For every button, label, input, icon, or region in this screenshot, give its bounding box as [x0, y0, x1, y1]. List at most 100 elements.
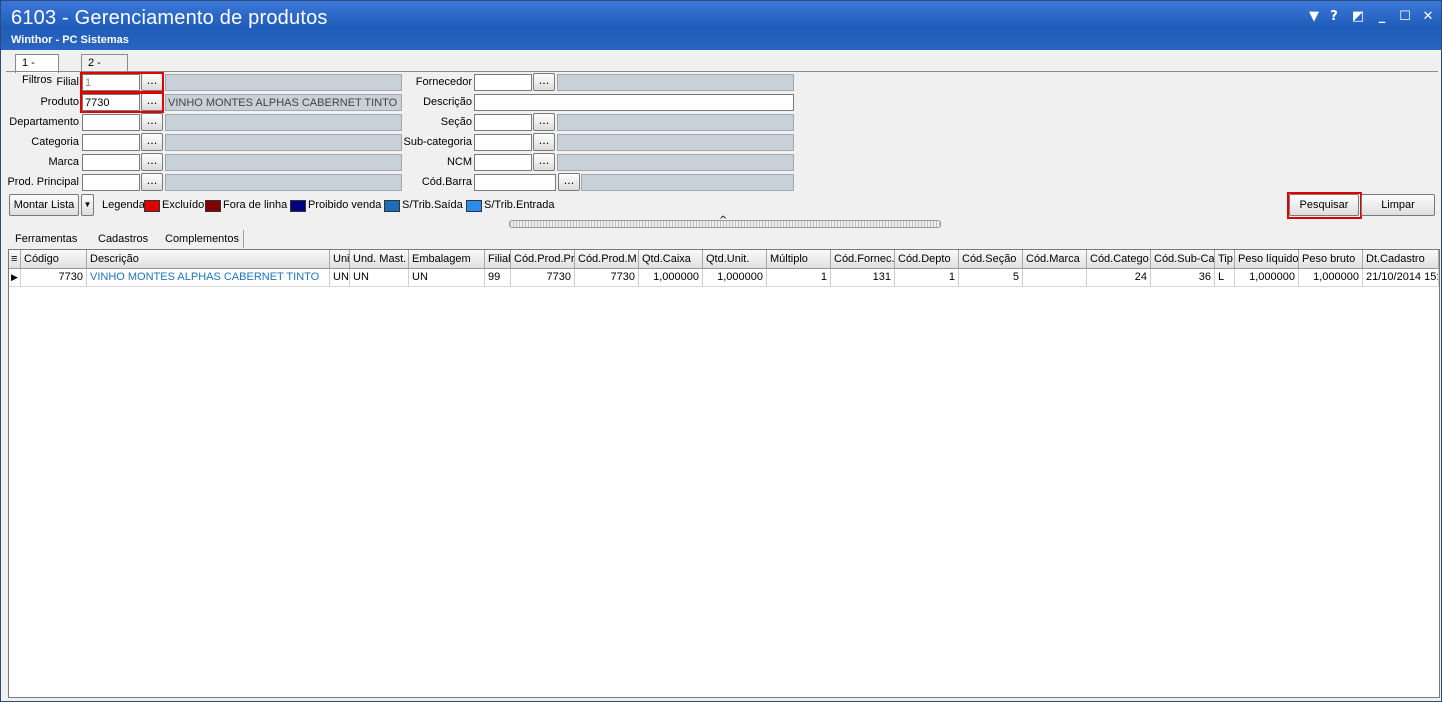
legend-proibido-venda: Proibido venda: [308, 199, 382, 211]
col-header[interactable]: Uni: [330, 250, 350, 268]
cell-cod-secao: 5: [959, 269, 1023, 286]
col-header[interactable]: Cód.Depto: [895, 250, 959, 268]
subcategoria-input[interactable]: [474, 134, 532, 151]
categoria-label: Categoria: [31, 136, 79, 148]
prod-principal-input[interactable]: [82, 174, 140, 191]
cod-barra-input[interactable]: [474, 174, 556, 191]
help-icon[interactable]: ?: [1325, 9, 1343, 24]
legend-swatch-strib-saida: [384, 200, 400, 212]
departamento-lookup-button[interactable]: ...: [141, 113, 163, 131]
col-header[interactable]: Cód.Catego: [1087, 250, 1151, 268]
minimize-icon[interactable]: _: [1373, 9, 1391, 24]
cell-cod-prod-pr: 7730: [511, 269, 575, 286]
legend-fora-de-linha: Fora de linha: [223, 199, 288, 211]
highlight-produto: [80, 92, 164, 113]
departamento-input[interactable]: [82, 114, 140, 131]
secao-lookup-button[interactable]: ...: [533, 113, 555, 131]
legend-swatch-excluido: [144, 200, 160, 212]
ncm-lookup-button[interactable]: ...: [533, 153, 555, 171]
col-header[interactable]: Cód.Marca: [1023, 250, 1087, 268]
maximize-icon[interactable]: ☐: [1396, 9, 1414, 24]
col-header[interactable]: Cód.Prod.Pr: [511, 250, 575, 268]
legend-swatch-strib-entrada: [466, 200, 482, 212]
cod-barra-label: Cód.Barra: [421, 176, 472, 188]
col-header[interactable]: Cód.Seção: [959, 250, 1023, 268]
products-grid[interactable]: ≡ Código Descrição Uni Und. Mast. Embala…: [8, 249, 1440, 698]
fornecedor-input[interactable]: [474, 74, 532, 91]
prod-principal-label: Prod. Principal: [7, 176, 79, 188]
tab-outros[interactable]: 2 - Outros: [81, 54, 128, 86]
col-header[interactable]: Cód.Prod.M: [575, 250, 639, 268]
legend-strib-saida: S/Trib.Saída: [402, 199, 463, 211]
col-header[interactable]: Dt.Cadastro: [1363, 250, 1439, 268]
secao-label: Seção: [440, 116, 472, 128]
subcategoria-lookup-button[interactable]: ...: [533, 133, 555, 151]
col-header[interactable]: Cód.Fornec.: [831, 250, 895, 268]
cell-cod-sub-ca: 36: [1151, 269, 1215, 286]
montar-lista-dropdown-icon[interactable]: ▼: [81, 194, 94, 216]
montar-lista-button[interactable]: Montar Lista: [9, 194, 79, 216]
cell-filial: 99: [485, 269, 511, 286]
highlight-filial: [80, 72, 164, 93]
produto-label: Produto: [40, 96, 79, 108]
cell-multiplo: 1: [767, 269, 831, 286]
marca-lookup-button[interactable]: ...: [141, 153, 163, 171]
prod-principal-lookup-button[interactable]: ...: [141, 173, 163, 191]
categoria-lookup-button[interactable]: ...: [141, 133, 163, 151]
column-chooser-icon[interactable]: ≡: [9, 250, 21, 268]
cell-peso-bruto: 1,000000: [1299, 269, 1363, 286]
col-header[interactable]: Filial: [485, 250, 511, 268]
cell-cod-catego: 24: [1087, 269, 1151, 286]
cell-cod-fornec: 131: [831, 269, 895, 286]
descricao-label: Descrição: [423, 96, 472, 108]
filial-description: [165, 74, 402, 91]
marca-description: [165, 154, 402, 171]
ncm-input[interactable]: [474, 154, 532, 171]
col-header[interactable]: Qtd.Caixa: [639, 250, 703, 268]
col-header[interactable]: Peso bruto: [1299, 250, 1363, 268]
cell-codigo: 7730: [21, 269, 87, 286]
app-window: 6103 - Gerenciamento de produtos Winthor…: [0, 0, 1442, 702]
departamento-label: Departamento: [9, 116, 79, 128]
subcategoria-label: Sub-categoria: [403, 136, 473, 148]
collapse-up-icon[interactable]: ^: [719, 215, 727, 226]
cell-cod-prod-m: 7730: [575, 269, 639, 286]
col-header[interactable]: Und. Mast.: [350, 250, 409, 268]
cod-barra-lookup-button[interactable]: ...: [558, 173, 580, 191]
dropdown-icon[interactable]: ▼: [1305, 9, 1323, 24]
legend-title: Legenda: [102, 199, 145, 211]
col-header[interactable]: Cód.Sub-Ca: [1151, 250, 1215, 268]
cell-cod-depto: 1: [895, 269, 959, 286]
produto-description: VINHO MONTES ALPHAS CABERNET TINTO: [165, 94, 402, 111]
close-icon[interactable]: ✕: [1419, 9, 1437, 24]
categoria-description: [165, 134, 402, 151]
secao-input[interactable]: [474, 114, 532, 131]
col-header[interactable]: Código: [21, 250, 87, 268]
departamento-description: [165, 114, 402, 131]
title-bar: 6103 - Gerenciamento de produtos Winthor…: [1, 1, 1441, 50]
highlight-pesquisar: [1287, 192, 1362, 219]
col-header[interactable]: Múltiplo: [767, 250, 831, 268]
cell-dt-cadastro: 21/10/2014 15:: [1363, 269, 1439, 286]
descricao-input[interactable]: [474, 94, 794, 111]
col-header[interactable]: Embalagem: [409, 250, 485, 268]
restore-layout-icon[interactable]: ◩: [1349, 9, 1367, 24]
marca-input[interactable]: [82, 154, 140, 171]
col-header[interactable]: Qtd.Unit.: [703, 250, 767, 268]
col-header[interactable]: Descrição: [87, 250, 330, 268]
cell-peso-liquido: 1,000000: [1235, 269, 1299, 286]
legend-strib-entrada: S/Trib.Entrada: [484, 199, 555, 211]
col-header[interactable]: Peso líquido: [1235, 250, 1299, 268]
table-row[interactable]: ▶ 7730 VINHO MONTES ALPHAS CABERNET TINT…: [9, 269, 1439, 287]
menu-complementos[interactable]: Complementos: [165, 230, 239, 248]
menu-ferramentas[interactable]: Ferramentas: [15, 230, 77, 248]
cell-qtd-unit: 1,000000: [703, 269, 767, 286]
menu-cadastros[interactable]: Cadastros: [98, 230, 148, 248]
limpar-button[interactable]: Limpar: [1361, 194, 1435, 216]
secao-description: [557, 114, 794, 131]
prod-principal-description: [165, 174, 402, 191]
fornecedor-lookup-button[interactable]: ...: [533, 73, 555, 91]
categoria-input[interactable]: [82, 134, 140, 151]
col-header[interactable]: Tip: [1215, 250, 1235, 268]
fornecedor-label: Fornecedor: [415, 76, 472, 88]
